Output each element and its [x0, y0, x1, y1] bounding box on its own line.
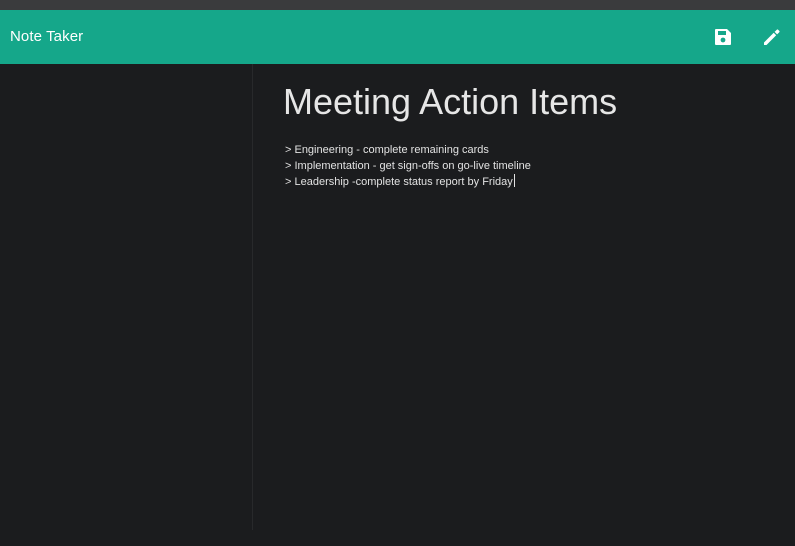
navbar: Note Taker	[0, 10, 795, 64]
note-line-last: > Leadership -complete status report by …	[285, 174, 765, 190]
note-line: > Implementation - get sign-offs on go-l…	[285, 160, 531, 172]
floppy-disk-icon	[715, 29, 731, 45]
note-title[interactable]: Meeting Action Items	[283, 80, 617, 124]
brand-title[interactable]: Note Taker	[10, 10, 83, 64]
notes-sidebar	[0, 64, 253, 530]
save-note-button[interactable]	[709, 23, 737, 51]
note-editor: Meeting Action Items > Engineering - com…	[254, 64, 795, 546]
text-cursor	[513, 174, 515, 187]
edit-note-button[interactable]	[758, 23, 786, 51]
window-top-strip	[0, 0, 795, 10]
pencil-icon	[764, 29, 780, 45]
note-body-textarea[interactable]: > Engineering - complete remaining cards…	[285, 142, 765, 190]
note-line-text: > Leadership -complete status report by …	[285, 176, 513, 188]
note-line: > Engineering - complete remaining cards	[285, 144, 489, 156]
